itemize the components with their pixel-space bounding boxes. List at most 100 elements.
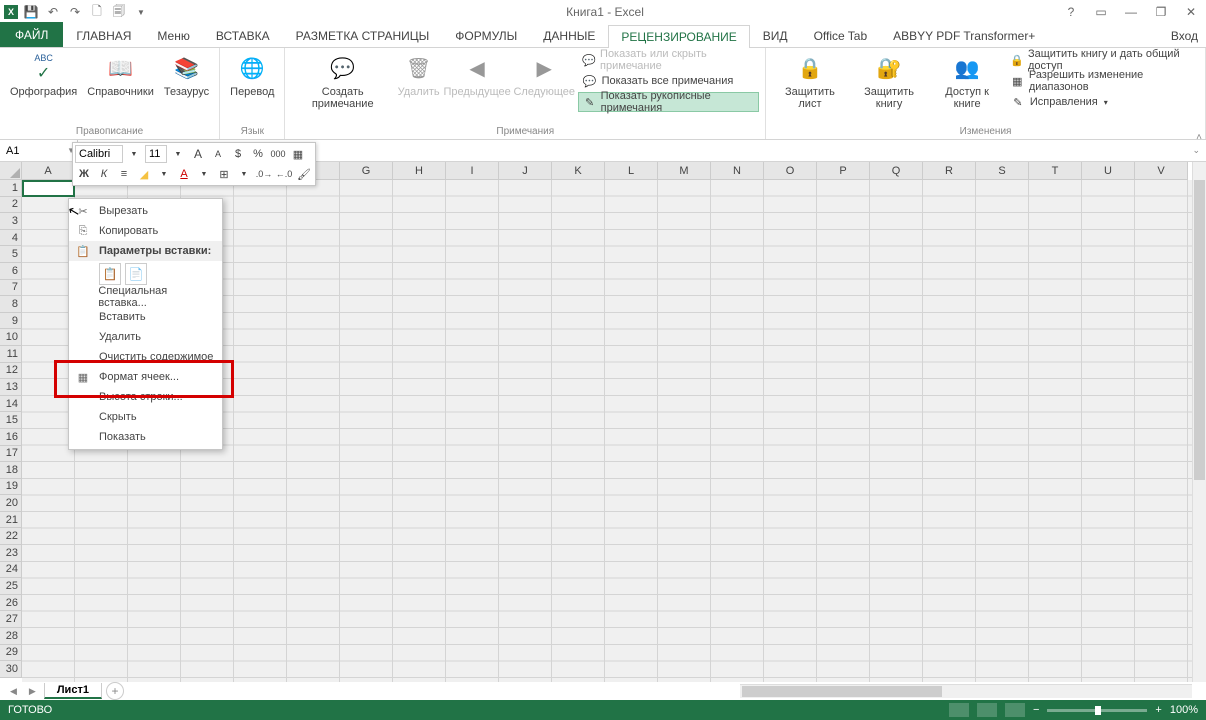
column-header[interactable]: Q (870, 162, 923, 180)
row-header[interactable]: 26 (0, 595, 22, 612)
vertical-scroll-thumb[interactable] (1194, 180, 1205, 480)
row-header[interactable]: 16 (0, 429, 22, 446)
sheet-nav-prev-icon[interactable]: ◀ (6, 686, 21, 697)
row-header[interactable]: 5 (0, 246, 22, 263)
zoom-slider[interactable] (1047, 709, 1147, 712)
tab-view[interactable]: ВИД (750, 24, 801, 47)
row-headers[interactable]: 1234567891011121314151617181920212223242… (0, 180, 22, 682)
mini-increase-decimal-icon[interactable]: .0→ (255, 165, 273, 183)
close-button[interactable]: ✕ (1180, 3, 1202, 21)
mini-comma-icon[interactable]: 000 (269, 145, 287, 163)
mini-bold-button[interactable]: Ж (75, 165, 93, 183)
column-header[interactable]: R (923, 162, 976, 180)
qat-undo[interactable]: ↶ (44, 3, 62, 21)
row-header[interactable]: 3 (0, 213, 22, 230)
mini-fill-color-icon[interactable]: ◢ (135, 165, 153, 183)
row-header[interactable]: 23 (0, 545, 22, 562)
qat-new[interactable]: 🗋 (88, 3, 106, 21)
tab-data[interactable]: ДАННЫЕ (530, 24, 608, 47)
row-header[interactable]: 17 (0, 446, 22, 463)
prev-comment-button[interactable]: ◀ Предыдущее (443, 50, 511, 100)
restore-button[interactable]: ❐ (1150, 3, 1172, 21)
zoom-slider-thumb[interactable] (1095, 706, 1101, 715)
row-header[interactable]: 1 (0, 180, 22, 197)
mini-borders-dropdown-icon[interactable]: ▼ (235, 165, 253, 183)
row-header[interactable]: 4 (0, 230, 22, 247)
mini-font-dropdown-icon[interactable]: ▼ (125, 145, 143, 163)
mini-fontcolor-dropdown-icon[interactable]: ▼ (195, 165, 213, 183)
mini-font-name[interactable] (75, 145, 123, 163)
row-header[interactable]: 8 (0, 296, 22, 313)
context-insert[interactable]: Вставить (69, 307, 222, 327)
mini-format-cells-icon[interactable]: ▦ (289, 145, 307, 163)
protect-and-share-button[interactable]: 🔒 Защитить книгу и дать общий доступ (1006, 50, 1199, 70)
row-header[interactable]: 28 (0, 628, 22, 645)
next-comment-button[interactable]: ▶ Следующее (513, 50, 576, 100)
column-header[interactable]: I (446, 162, 499, 180)
row-header[interactable]: 27 (0, 611, 22, 628)
row-header[interactable]: 22 (0, 528, 22, 545)
row-header[interactable]: 14 (0, 396, 22, 413)
column-header[interactable]: O (764, 162, 817, 180)
row-header[interactable]: 11 (0, 346, 22, 363)
help-button[interactable]: ? (1060, 3, 1082, 21)
context-copy[interactable]: ⎘ Копировать (69, 221, 222, 241)
context-paste-special[interactable]: Специальная вставка... (69, 287, 222, 307)
new-sheet-button[interactable]: + (106, 682, 124, 700)
column-header[interactable]: L (605, 162, 658, 180)
mini-decrease-decimal-icon[interactable]: ←.0 (275, 165, 293, 183)
tab-formulas[interactable]: ФОРМУЛЫ (442, 24, 530, 47)
minimize-button[interactable]: — (1120, 3, 1142, 21)
name-box[interactable]: A1 ▼ (0, 140, 78, 161)
tab-menu[interactable]: Меню (144, 24, 202, 47)
column-header[interactable]: K (552, 162, 605, 180)
tab-home[interactable]: ГЛАВНАЯ (63, 24, 144, 47)
context-cut[interactable]: ✂ Вырезать (69, 201, 222, 221)
view-page-layout-button[interactable] (977, 703, 997, 717)
horizontal-scroll-thumb[interactable] (742, 686, 942, 697)
column-header[interactable]: T (1029, 162, 1082, 180)
row-header[interactable]: 7 (0, 280, 22, 297)
vertical-scrollbar[interactable] (1192, 162, 1206, 682)
row-header[interactable]: 19 (0, 479, 22, 496)
context-format-cells[interactable]: ▦ Формат ячеек... (69, 367, 222, 387)
column-header[interactable]: V (1135, 162, 1188, 180)
row-header[interactable]: 15 (0, 412, 22, 429)
mini-accounting-format-icon[interactable]: $ (229, 145, 247, 163)
translate-button[interactable]: 🌐 Перевод (226, 50, 278, 100)
active-cell[interactable] (22, 180, 75, 197)
column-header[interactable]: P (817, 162, 870, 180)
row-header[interactable]: 6 (0, 263, 22, 280)
row-header[interactable]: 25 (0, 578, 22, 595)
sheet-tab[interactable]: Лист1 (44, 683, 102, 699)
mini-increase-font-icon[interactable]: A (189, 145, 207, 163)
qat-open[interactable]: 🗐 (110, 3, 128, 21)
research-button[interactable]: 📖 Справочники (83, 50, 158, 100)
row-header[interactable]: 21 (0, 512, 22, 529)
context-row-height[interactable]: Высота строки... (69, 387, 222, 407)
column-header[interactable]: U (1082, 162, 1135, 180)
mini-italic-button[interactable]: К (95, 165, 113, 183)
row-header[interactable]: 24 (0, 562, 22, 579)
tab-file[interactable]: ФАЙЛ (0, 22, 63, 47)
row-header[interactable]: 10 (0, 329, 22, 346)
mini-size-dropdown-icon[interactable]: ▼ (169, 145, 187, 163)
column-header[interactable]: A (22, 162, 75, 180)
view-page-break-button[interactable] (1005, 703, 1025, 717)
row-header[interactable]: 12 (0, 363, 22, 380)
mini-font-size[interactable] (145, 145, 167, 163)
protect-workbook-button[interactable]: 🔐 Защитить книгу (850, 50, 929, 112)
row-header[interactable]: 9 (0, 313, 22, 330)
mini-font-color-icon[interactable]: A (175, 165, 193, 183)
track-changes-button[interactable]: ✎ Исправления▾ (1006, 92, 1199, 112)
collapse-ribbon-icon[interactable]: ˄ (1196, 132, 1202, 143)
row-header[interactable]: 20 (0, 495, 22, 512)
select-all-corner[interactable] (0, 162, 22, 180)
context-unhide[interactable]: Показать (69, 427, 222, 447)
share-workbook-button[interactable]: 👥 Доступ к книге (930, 50, 1003, 112)
show-ink-button[interactable]: ✎ Показать рукописные примечания (578, 92, 760, 112)
paste-option-default[interactable]: 📋 (99, 263, 121, 285)
context-hide[interactable]: Скрыть (69, 407, 222, 427)
delete-comment-button[interactable]: 🗑 Удалить (396, 50, 441, 100)
tab-review[interactable]: РЕЦЕНЗИРОВАНИЕ (608, 25, 749, 48)
